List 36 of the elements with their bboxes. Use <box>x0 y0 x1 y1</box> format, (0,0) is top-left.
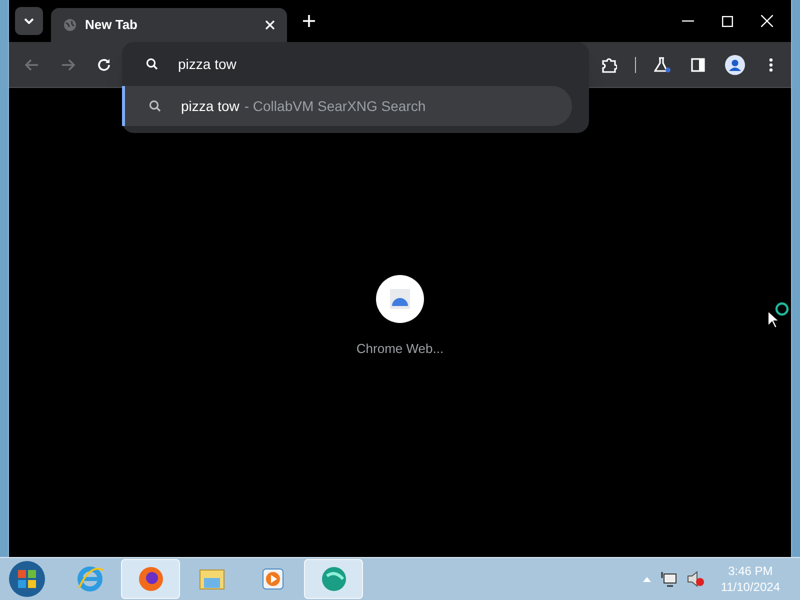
forward-arrow-icon[interactable] <box>61 58 75 70</box>
shortcut-tile[interactable]: Chrome Web... <box>356 275 444 358</box>
search-icon <box>146 58 158 70</box>
close-icon[interactable] <box>265 20 275 30</box>
puzzle-piece-icon[interactable] <box>601 56 617 72</box>
browser-tab[interactable]: New Tab <box>51 8 287 42</box>
maximize-icon[interactable] <box>722 16 733 26</box>
shortcut-label: Chrome Web... <box>356 340 444 358</box>
back-arrow-icon[interactable] <box>25 58 39 70</box>
search-icon <box>149 100 161 112</box>
loading-spinner-icon <box>775 302 789 316</box>
tab-search-button[interactable] <box>15 7 43 35</box>
suggestion-source: - CollabVM SearXNG Search <box>244 96 426 116</box>
start-button[interactable] <box>8 560 46 598</box>
network-icon[interactable] <box>660 571 677 587</box>
tab-title: New Tab <box>85 16 138 34</box>
taskbar-app-button[interactable] <box>304 559 363 599</box>
mouse-cursor-icon <box>767 310 779 328</box>
clock-time: 3:46 PM <box>728 563 773 579</box>
taskbar-app-button[interactable] <box>121 559 180 599</box>
globe-icon <box>63 18 77 32</box>
side-panel-icon[interactable] <box>691 58 705 72</box>
suggestion-row[interactable]: pizza tow - CollabVM SearXNG Search <box>122 86 572 126</box>
reload-icon[interactable] <box>97 58 111 72</box>
ie-logo-icon <box>74 564 104 594</box>
profile-avatar-icon[interactable] <box>725 54 745 74</box>
chevron-down-icon <box>24 18 34 24</box>
suggestion-query: pizza tow <box>181 96 240 116</box>
new-tab-icon[interactable] <box>303 15 315 27</box>
minimize-icon[interactable] <box>682 20 694 22</box>
clock-date: 11/10/2024 <box>720 579 780 595</box>
flask-icon[interactable] <box>654 56 671 72</box>
muted-speaker-icon[interactable] <box>686 571 705 587</box>
close-window-icon[interactable] <box>761 15 773 27</box>
web-store-icon <box>389 288 411 310</box>
menu-icon[interactable] <box>769 58 773 72</box>
